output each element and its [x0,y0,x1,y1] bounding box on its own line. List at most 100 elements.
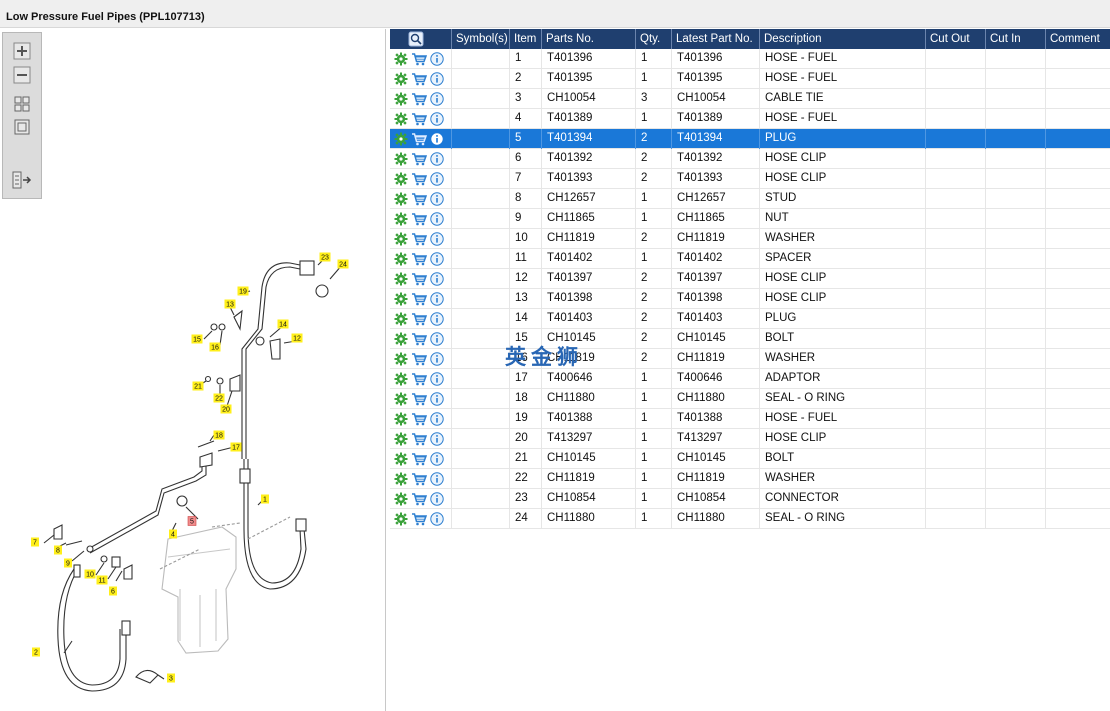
gear-icon[interactable] [394,272,408,286]
info-icon[interactable] [430,372,444,386]
fit-page-button[interactable] [12,117,32,137]
callout-15[interactable]: 15 [191,334,203,344]
table-row[interactable]: 3 CH10054 3 CH10054 CABLE TIE [390,89,1110,109]
header-item[interactable]: Item [510,29,542,49]
list-toggle-button[interactable] [12,170,32,190]
info-icon[interactable] [430,292,444,306]
callout-22[interactable]: 22 [213,393,225,403]
callout-14[interactable]: 14 [277,319,289,329]
info-icon[interactable] [430,232,444,246]
table-row[interactable]: 9 CH11865 1 CH11865 NUT [390,209,1110,229]
info-icon[interactable] [430,252,444,266]
cart-icon[interactable] [411,112,428,126]
info-icon[interactable] [430,412,444,426]
table-row[interactable]: 8 CH12657 1 CH12657 STUD [390,189,1110,209]
cart-icon[interactable] [411,332,428,346]
callout-20[interactable]: 20 [220,404,232,414]
table-row[interactable]: 24 CH11880 1 CH11880 SEAL - O RING [390,509,1110,529]
table-row[interactable]: 19 T401388 1 T401388 HOSE - FUEL [390,409,1110,429]
callout-12[interactable]: 12 [291,333,303,343]
callout-group[interactable]: 123456789101112131415161718192021222324 [31,252,349,683]
table-row[interactable]: 13 T401398 2 T401398 HOSE CLIP [390,289,1110,309]
header-cut-out[interactable]: Cut Out [926,29,986,49]
gear-icon[interactable] [394,492,408,506]
header-symbols[interactable]: Symbol(s) [452,29,510,49]
gear-icon[interactable] [394,352,408,366]
gear-icon[interactable] [394,452,408,466]
cart-icon[interactable] [411,252,428,266]
gear-icon[interactable] [394,152,408,166]
table-row[interactable]: 6 T401392 2 T401392 HOSE CLIP [390,149,1110,169]
cart-icon[interactable] [411,292,428,306]
table-row[interactable]: 2 T401395 1 T401395 HOSE - FUEL [390,69,1110,89]
zoom-in-button[interactable] [12,41,32,61]
header-description[interactable]: Description [760,29,926,49]
gear-icon[interactable] [394,432,408,446]
info-icon[interactable] [430,512,444,526]
table-row[interactable]: 20 T413297 1 T413297 HOSE CLIP [390,429,1110,449]
table-row[interactable]: 1 T401396 1 T401396 HOSE - FUEL [390,49,1110,69]
callout-24[interactable]: 24 [337,259,349,269]
header-cut-in[interactable]: Cut In [986,29,1046,49]
diagram-panel[interactable]: 1 2 3 4 5 6 7 8 9 10 11 12 13 14 15 16 17 18 19 20 21 22 23 24 [0,29,386,711]
gear-icon[interactable] [394,112,408,126]
gear-icon[interactable] [394,512,408,526]
info-icon[interactable] [430,152,444,166]
gear-icon[interactable] [394,252,408,266]
gear-icon[interactable] [394,92,408,106]
info-icon[interactable] [430,392,444,406]
table-row[interactable]: 11 T401402 1 T401402 SPACER [390,249,1110,269]
cart-icon[interactable] [411,52,428,66]
gear-icon[interactable] [394,212,408,226]
table-row[interactable]: 22 CH11819 1 CH11819 WASHER [390,469,1110,489]
info-icon[interactable] [430,312,444,326]
callout-10[interactable]: 10 [84,569,96,579]
info-icon[interactable] [430,332,444,346]
callout-13[interactable]: 13 [224,299,236,309]
gear-icon[interactable] [394,292,408,306]
callout-1[interactable]: 1 [261,494,269,504]
cart-icon[interactable] [411,452,428,466]
info-icon[interactable] [430,92,444,106]
table-row[interactable]: 4 T401389 1 T401389 HOSE - FUEL [390,109,1110,129]
callout-2[interactable]: 2 [32,647,40,657]
cart-icon[interactable] [411,152,428,166]
callout-19[interactable]: 19 [237,286,249,296]
header-comment[interactable]: Comment [1046,29,1110,49]
gear-icon[interactable] [394,192,408,206]
callout-7[interactable]: 7 [31,537,39,547]
zoom-out-button[interactable] [12,65,32,85]
cart-icon[interactable] [411,512,428,526]
callout-18[interactable]: 18 [213,430,225,440]
info-icon[interactable] [430,432,444,446]
cart-icon[interactable] [411,412,428,426]
callout-11[interactable]: 11 [96,575,108,585]
header-parts-no[interactable]: Parts No. [542,29,636,49]
table-row[interactable]: 5 T401394 2 T401394 PLUG [390,129,1110,149]
callout-8[interactable]: 8 [54,545,62,555]
table-row[interactable]: 23 CH10854 1 CH10854 CONNECTOR [390,489,1110,509]
gear-icon[interactable] [394,332,408,346]
cart-icon[interactable] [411,372,428,386]
gear-icon[interactable] [394,172,408,186]
callout-4[interactable]: 4 [169,529,177,539]
callout-9[interactable]: 9 [64,558,72,568]
info-icon[interactable] [430,72,444,86]
table-row[interactable]: 14 T401403 2 T401403 PLUG [390,309,1110,329]
callout-21[interactable]: 21 [192,381,204,391]
callout-3[interactable]: 3 [167,673,175,683]
callout-23[interactable]: 23 [319,252,331,262]
table-row[interactable]: 17 T400646 1 T400646 ADAPTOR [390,369,1110,389]
header-select-all[interactable] [390,29,452,49]
header-qty[interactable]: Qty. [636,29,672,49]
callout-16[interactable]: 16 [209,342,221,352]
cart-icon[interactable] [411,232,428,246]
table-row[interactable]: 21 CH10145 1 CH10145 BOLT [390,449,1110,469]
cart-icon[interactable] [411,432,428,446]
cart-icon[interactable] [411,132,428,146]
table-row[interactable]: 12 T401397 2 T401397 HOSE CLIP [390,269,1110,289]
gear-icon[interactable] [394,372,408,386]
gear-icon[interactable] [394,132,408,146]
table-row[interactable]: 18 CH11880 1 CH11880 SEAL - O RING [390,389,1110,409]
table-row[interactable]: 16 CH11819 2 CH11819 WASHER [390,349,1110,369]
